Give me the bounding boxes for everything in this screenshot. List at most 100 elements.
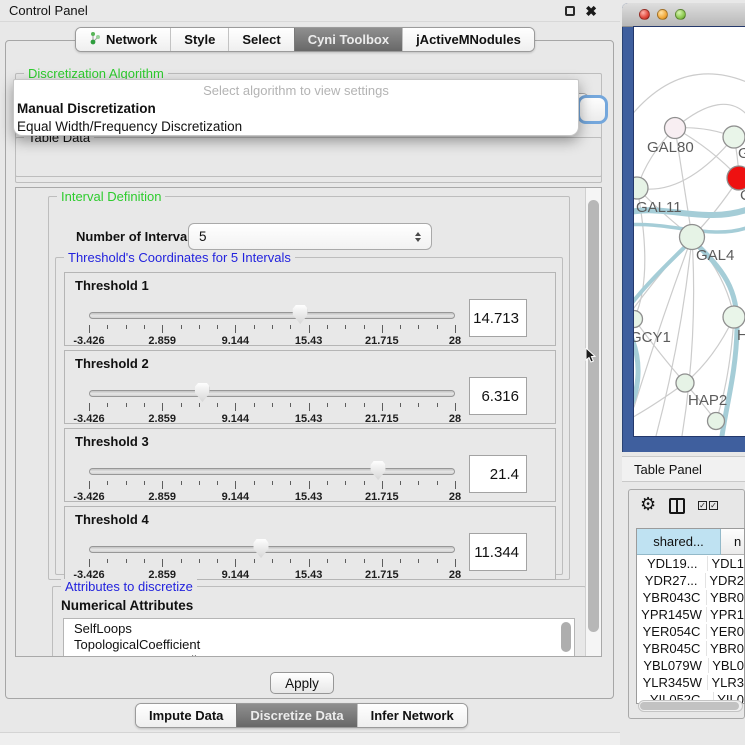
slider-thumb[interactable] <box>293 305 308 324</box>
slider-track[interactable] <box>89 468 455 475</box>
network-edge <box>634 240 692 311</box>
group-label-thresholds: Threshold's Coordinates for 5 Intervals <box>64 250 295 265</box>
slider-ticks <box>89 559 455 568</box>
cell-name: YBL0 <box>709 658 744 673</box>
table-row[interactable]: YBR045CYBR0 <box>637 640 744 657</box>
network-icon <box>89 31 101 48</box>
control-panel-header: Control Panel ✖ <box>0 0 620 22</box>
tab-label: Impute Data <box>149 708 223 723</box>
gear-icon[interactable]: ⚙ <box>640 495 656 513</box>
threshold-slider[interactable]: -3.4262.8599.14415.4321.71528 <box>89 537 455 580</box>
network-window-titlebar[interactable] <box>622 3 745 27</box>
slider-track[interactable] <box>89 390 455 397</box>
network-node-gal4[interactable] <box>680 225 705 250</box>
vertical-scrollbar-thumb[interactable] <box>588 200 599 632</box>
tab-cyni-toolbox[interactable]: Cyni Toolbox <box>294 28 402 51</box>
network-node-gcy1[interactable] <box>634 311 643 328</box>
threshold-slider[interactable]: -3.4262.8599.14415.4321.71528 <box>89 381 455 424</box>
table-row[interactable]: YDR27...YDR2 <box>637 572 744 589</box>
slider-tick-labels: -3.4262.8599.14415.4321.71528 <box>89 335 455 347</box>
cell-shared-name: YDL19... <box>637 556 708 571</box>
column-header-name[interactable]: n <box>721 529 744 555</box>
table-row[interactable]: YBR043CYBR0 <box>637 589 744 606</box>
threshold-label: Threshold 2 <box>75 356 149 371</box>
table-row[interactable]: YPR145WYPR1 <box>637 606 744 623</box>
group-label-interval-definition: Interval Definition <box>57 189 165 204</box>
threshold-value-field[interactable]: 21.4 <box>469 455 527 493</box>
network-node[interactable] <box>708 413 725 430</box>
list-scrollbar-thumb[interactable] <box>561 622 571 652</box>
horizontal-scrollbar[interactable] <box>638 700 743 712</box>
tab-network[interactable]: Network <box>76 28 170 51</box>
mouse-cursor <box>585 348 598 364</box>
table-row[interactable]: YDL19...YDL1 <box>637 555 744 572</box>
cell-shared-name: YLR345W <box>637 675 708 690</box>
tab-jactivemnodules[interactable]: jActiveMNodules <box>402 28 534 51</box>
algorithm-combobox-focused[interactable] <box>577 95 608 124</box>
column-header-shared-name[interactable]: shared... <box>637 529 721 555</box>
cell-shared-name: YPR145W <box>637 607 707 622</box>
threshold-panel-4: Threshold 4 -3.4262.8599.14415.4321.71528… <box>64 506 556 580</box>
threshold-slider[interactable]: -3.4262.8599.14415.4321.71528 <box>89 303 455 346</box>
dropdown-option-manual-discretization[interactable]: Manual Discretization <box>14 100 578 118</box>
network-node-hap2[interactable] <box>676 374 694 392</box>
network-node-h[interactable] <box>723 306 745 328</box>
zoom-traffic-light[interactable] <box>675 9 686 20</box>
cell-shared-name: YBL079W <box>637 658 709 673</box>
tab-discretize-data[interactable]: Discretize Data <box>236 704 356 727</box>
slider-thumb[interactable] <box>254 539 269 558</box>
close-icon[interactable]: ✖ <box>585 4 597 18</box>
apply-button[interactable]: Apply <box>270 672 334 694</box>
threshold-value-field[interactable]: 14.713 <box>469 299 527 337</box>
slider-track[interactable] <box>89 546 455 553</box>
slider-thumb[interactable] <box>371 461 386 480</box>
number-of-intervals-combobox[interactable]: 5 <box>188 223 432 250</box>
network-canvas[interactable]: GAL80GCGAL11GAL4GCY1HHAP2 <box>634 27 745 436</box>
threshold-value-field[interactable]: 11.344 <box>469 533 527 571</box>
tab-select[interactable]: Select <box>228 28 293 51</box>
attribute-item-selfloops[interactable]: SelfLoops <box>64 621 574 637</box>
network-edge <box>634 74 745 122</box>
table-panel-header: Table Panel <box>622 456 745 482</box>
tab-infer-network[interactable]: Infer Network <box>357 704 467 727</box>
attributes-to-discretize-group: Attributes to discretize Numerical Attri… <box>52 586 586 657</box>
window-controls: ✖ <box>565 4 611 18</box>
horizontal-scrollbar-thumb[interactable] <box>640 702 739 710</box>
checkboxes-icon[interactable]: ✓ ✓ <box>698 501 718 510</box>
tab-style[interactable]: Style <box>170 28 228 51</box>
thresholds-group: Threshold's Coordinates for 5 Intervals … <box>55 257 563 575</box>
minimize-traffic-light[interactable] <box>657 9 668 20</box>
float-window-icon[interactable] <box>565 6 575 16</box>
close-traffic-light[interactable] <box>639 9 650 20</box>
top-tab-bar: Network Style SelectCyni ToolboxjActiveMNo… <box>75 27 535 52</box>
threshold-value-field[interactable]: 6.316 <box>469 377 527 415</box>
columns-icon[interactable] <box>669 498 685 514</box>
table-row[interactable]: YER054CYER0 <box>637 623 744 640</box>
threshold-label: Threshold 1 <box>75 278 149 293</box>
node-label-gal4: GAL4 <box>696 247 734 264</box>
slider-thumb[interactable] <box>195 383 210 402</box>
cell-shared-name: YBR045C <box>637 641 707 656</box>
tab-label: Style <box>184 32 215 47</box>
cell-shared-name: YBR043C <box>637 590 707 605</box>
tab-impute-data[interactable]: Impute Data <box>136 704 236 727</box>
threshold-slider[interactable]: -3.4262.8599.14415.4321.71528 <box>89 459 455 502</box>
table-row[interactable]: YBL079WYBL0 <box>637 657 744 674</box>
attribute-item-betweennesscentrality[interactable]: BetweennessCentrality <box>64 653 574 657</box>
network-node-gal11[interactable] <box>634 177 648 199</box>
node-label-g: G <box>738 145 745 162</box>
vertical-scrollbar[interactable] <box>585 188 601 656</box>
numerical-attributes-list[interactable]: SelfLoopsTopologicalCoefficientBetweenne… <box>63 618 575 657</box>
node-label-gal11: GAL11 <box>636 199 682 216</box>
number-of-intervals-value: 5 <box>199 229 207 244</box>
attribute-item-topologicalcoefficient[interactable]: TopologicalCoefficient <box>64 637 574 653</box>
table-row[interactable]: YLR345WYLR3 <box>637 674 744 691</box>
threshold-label: Threshold 4 <box>75 512 149 527</box>
dropdown-option-equal-width-frequency[interactable]: Equal Width/Frequency Discretization <box>14 118 578 136</box>
network-node-gal80[interactable] <box>665 118 686 139</box>
threshold-label: Threshold 3 <box>75 434 149 449</box>
tab-label: Discretize Data <box>250 708 343 723</box>
cyni-toolbox-panel: Discretization Algorithm Select algorith… <box>5 40 614 699</box>
cell-name: YDR2 <box>706 573 744 588</box>
slider-track[interactable] <box>89 312 455 319</box>
